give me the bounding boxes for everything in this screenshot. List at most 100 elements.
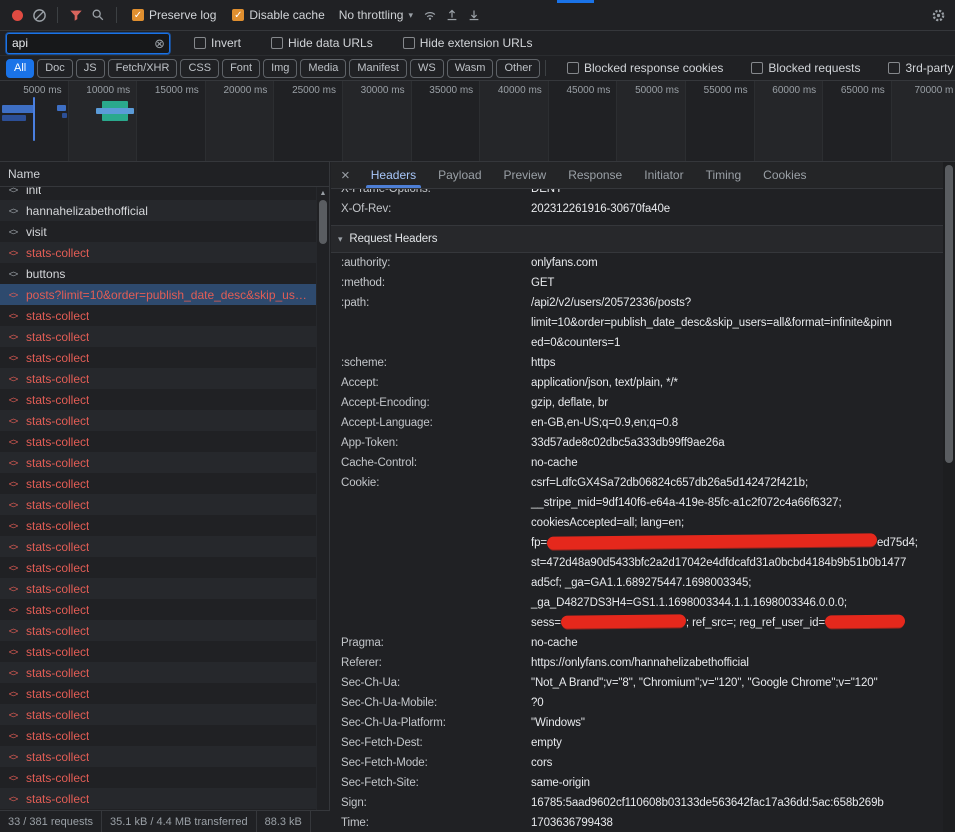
filter-icon[interactable] (67, 6, 85, 24)
request-row[interactable]: <>hannahelizabethofficial (0, 200, 317, 221)
scroll-up-arrow[interactable]: ▲ (317, 187, 329, 197)
request-row[interactable]: <>stats-collect (0, 746, 317, 767)
request-row[interactable]: <>stats-collect (0, 494, 317, 515)
request-row[interactable]: <>posts?limit=10&order=publish_date_desc… (0, 284, 317, 305)
record-network-log-button[interactable] (8, 6, 26, 24)
request-row[interactable]: <>stats-collect (0, 452, 317, 473)
type-filter-ws[interactable]: WS (410, 59, 444, 78)
header-name: App-Token: (341, 433, 531, 453)
tab-payload[interactable]: Payload (427, 162, 492, 188)
export-har-icon[interactable] (465, 6, 483, 24)
request-row[interactable]: <>stats-collect (0, 662, 317, 683)
tab-response[interactable]: Response (557, 162, 633, 188)
timeline-overview[interactable]: 5000 ms10000 ms15000 ms20000 ms25000 ms3… (0, 81, 955, 162)
request-row[interactable]: <>stats-collect (0, 788, 317, 809)
preserve-log-checkbox[interactable]: ✓ Preserve log (132, 8, 216, 22)
type-filter-manifest[interactable]: Manifest (349, 59, 407, 78)
request-row[interactable]: <>stats-collect (0, 683, 317, 704)
clear-network-log-button[interactable] (30, 6, 48, 24)
header-row: Time:1703636799438 (331, 813, 943, 832)
request-name: stats-collect (26, 372, 89, 386)
throttling-select[interactable]: No throttling ▾ (339, 8, 413, 22)
request-row[interactable]: <>stats-collect (0, 725, 317, 746)
close-icon[interactable]: × (341, 168, 350, 183)
header-row: Referer:https://onlyfans.com/hannaheliza… (331, 653, 943, 673)
waterfall-bar (33, 97, 35, 141)
request-row[interactable]: <>visit (0, 221, 317, 242)
filter-input[interactable] (7, 36, 147, 50)
request-row[interactable]: <>stats-collect (0, 599, 317, 620)
timeline-tick-label: 40000 ms (498, 85, 542, 96)
type-filter-media[interactable]: Media (300, 59, 346, 78)
tab-headers[interactable]: Headers (360, 162, 427, 188)
request-row[interactable]: <>buttons (0, 263, 317, 284)
import-har-icon[interactable] (443, 6, 461, 24)
search-icon[interactable] (89, 6, 107, 24)
record-icon (12, 10, 23, 21)
header-name: :scheme: (341, 353, 531, 373)
settings-gear-icon[interactable] (929, 6, 947, 24)
network-conditions-icon[interactable] (421, 6, 439, 24)
type-filter-wasm[interactable]: Wasm (447, 59, 494, 78)
timeline-tick-label: 70000 m (914, 85, 953, 96)
type-filter-img[interactable]: Img (263, 59, 297, 78)
request-row[interactable]: <>stats-collect (0, 536, 317, 557)
scrollbar-thumb[interactable] (319, 200, 327, 244)
request-row[interactable]: <>stats-collect (0, 326, 317, 347)
hide-extension-urls-label: Hide extension URLs (420, 36, 533, 50)
request-row[interactable]: <>stats-collect (0, 578, 317, 599)
request-row[interactable]: <>stats-collect (0, 347, 317, 368)
tab-timing[interactable]: Timing (695, 162, 753, 188)
request-row[interactable]: <>stats-collect (0, 410, 317, 431)
request-row[interactable]: <>stats-collect (0, 620, 317, 641)
blocked-requests-label: Blocked requests (768, 61, 860, 75)
3rd-party-requests-checkbox[interactable]: 3rd-party requests (888, 61, 955, 75)
tab-preview[interactable]: Preview (493, 162, 558, 188)
request-row[interactable]: <>stats-collect (0, 368, 317, 389)
type-filter-js[interactable]: JS (76, 59, 105, 78)
invert-checkbox[interactable]: Invert (194, 36, 241, 50)
network-toolbar: ✓ Preserve log ✓ Disable cache No thrott… (0, 0, 955, 31)
type-filter-doc[interactable]: Doc (37, 59, 73, 78)
header-row: X-Of-Rev: 202312261916-30670fa40e (331, 199, 943, 226)
hide-data-urls-checkbox[interactable]: Hide data URLs (271, 36, 373, 50)
request-row[interactable]: <>stats-collect (0, 242, 317, 263)
request-row[interactable]: <>stats-collect (0, 767, 317, 788)
request-headers-section-header[interactable]: ▾ Request Headers (331, 226, 943, 253)
request-name: stats-collect (26, 561, 89, 575)
request-row[interactable]: <>stats-collect (0, 515, 317, 536)
type-filter-all[interactable]: All (6, 59, 34, 78)
request-row[interactable]: <>stats-collect (0, 557, 317, 578)
type-filter-font[interactable]: Font (222, 59, 260, 78)
toolbar-divider (545, 60, 546, 76)
header-name: Sec-Ch-Ua-Platform: (341, 713, 531, 733)
requests-scrollbar[interactable]: ▲ (316, 187, 329, 810)
request-row[interactable]: <>stats-collect (0, 704, 317, 725)
details-scrollbar[interactable] (943, 162, 955, 832)
name-column-header[interactable]: Name (0, 162, 329, 187)
request-row[interactable]: <>stats-collect (0, 305, 317, 326)
header-row: :method:GET (331, 273, 943, 293)
clear-filter-icon[interactable]: ⊗ (154, 37, 165, 50)
chevron-down-icon: ▾ (408, 10, 413, 21)
script-file-icon: <> (6, 668, 20, 678)
request-row[interactable]: <>stats-collect (0, 389, 317, 410)
type-filter-fetch-xhr[interactable]: Fetch/XHR (108, 59, 178, 78)
header-value: application/json, text/plain, */* (531, 373, 943, 393)
blocked-response-cookies-checkbox[interactable]: Blocked response cookies (567, 61, 723, 75)
tab-cookies[interactable]: Cookies (752, 162, 817, 188)
type-filter-css[interactable]: CSS (180, 59, 219, 78)
request-row[interactable]: <>stats-collect (0, 641, 317, 662)
scrollbar-thumb[interactable] (945, 165, 953, 463)
request-row[interactable]: <>stats-collect (0, 431, 317, 452)
tab-initiator[interactable]: Initiator (633, 162, 694, 188)
requests-count: 33 / 381 requests (0, 811, 102, 832)
disable-cache-checkbox[interactable]: ✓ Disable cache (232, 8, 324, 22)
type-filter-other[interactable]: Other (496, 59, 540, 78)
request-name: stats-collect (26, 792, 89, 806)
hide-extension-urls-checkbox[interactable]: Hide extension URLs (403, 36, 533, 50)
blocked-requests-checkbox[interactable]: Blocked requests (751, 61, 860, 75)
script-file-icon: <> (6, 269, 20, 279)
request-row[interactable]: <>stats-collect (0, 473, 317, 494)
request-row[interactable]: <>init (0, 187, 317, 200)
